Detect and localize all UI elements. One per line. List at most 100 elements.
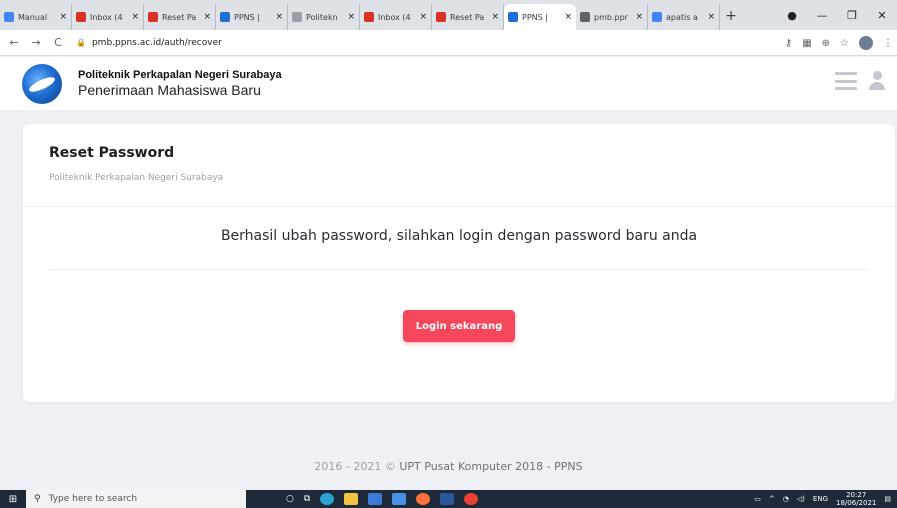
card-title: Reset Password xyxy=(49,145,175,161)
task-view-icon[interactable]: ⧉ xyxy=(304,494,310,504)
lock-icon: 🔒 xyxy=(76,38,86,47)
close-window-icon[interactable]: ✕ xyxy=(867,9,897,22)
browser-tab[interactable]: Inbox (4 × xyxy=(360,4,432,30)
tab-favicon-icon xyxy=(292,12,302,22)
volume-icon[interactable]: ◁) xyxy=(797,495,805,503)
tray-chevron-icon[interactable]: ^ xyxy=(769,495,775,503)
firefox-icon[interactable] xyxy=(416,493,431,505)
reset-password-card: Reset Password Politeknik Perkapalan Neg… xyxy=(23,124,895,402)
tab-close-icon[interactable]: × xyxy=(491,12,499,22)
browser-tab[interactable]: PPNS | × xyxy=(216,4,288,30)
tab-favicon-icon xyxy=(508,12,518,22)
browser-tab[interactable]: apatis a × xyxy=(648,4,720,30)
tab-label: PPNS | xyxy=(234,12,260,22)
tab-close-icon[interactable]: × xyxy=(203,12,211,22)
new-tab-button[interactable]: + xyxy=(720,4,742,30)
site-subtitle: Penerimaan Mahasiswa Baru xyxy=(78,82,261,98)
tab-favicon-icon xyxy=(580,12,590,22)
network-icon[interactable]: ◔ xyxy=(783,495,789,503)
tab-label: Politekn xyxy=(306,12,338,22)
tab-favicon-icon xyxy=(436,12,446,22)
footer: 2016 - 2021 © UPT Pusat Komputer 2018 - … xyxy=(0,460,897,473)
browser-tab[interactable]: Manual × xyxy=(0,4,72,30)
tab-favicon-icon xyxy=(76,12,86,22)
tab-close-icon[interactable]: × xyxy=(275,12,283,22)
user-icon[interactable] xyxy=(869,71,885,91)
forward-arrow-icon[interactable]: → xyxy=(28,36,44,49)
clock[interactable]: 20:27 18/06/2021 xyxy=(836,491,876,507)
ppns-logo[interactable] xyxy=(22,63,62,104)
search-icon: ⚲ xyxy=(34,494,41,504)
tab-favicon-icon xyxy=(652,12,662,22)
translate-icon[interactable]: ▦ xyxy=(802,38,811,49)
edge-icon[interactable] xyxy=(320,493,335,505)
tab-label: PPNS | xyxy=(522,12,548,22)
browser-tab[interactable]: Reset Pa × xyxy=(432,4,504,30)
browser-tab[interactable]: pmb.ppr × xyxy=(576,4,648,30)
browser-tab-strip: Manual × Inbox (4 × Reset Pa × PPNS | × Politekn… xyxy=(0,0,897,30)
hamburger-menu-icon[interactable] xyxy=(835,72,857,90)
browser-tab[interactable]: Reset Pa × xyxy=(144,4,216,30)
tab-favicon-icon xyxy=(364,12,374,22)
reload-icon[interactable]: C xyxy=(50,36,66,49)
tab-close-icon[interactable]: × xyxy=(59,12,67,22)
browser-menu-icon[interactable]: ⋮ xyxy=(883,38,893,49)
success-message: Berhasil ubah password, silahkan login d… xyxy=(220,228,698,244)
tab-close-icon[interactable]: × xyxy=(635,12,643,22)
address-bar: ← → C 🔒 pmb.ppns.ac.id/auth/recover ⚷ ▦ … xyxy=(0,30,897,56)
tab-label: Manual xyxy=(18,12,48,22)
chrome-icon[interactable] xyxy=(464,493,479,505)
tab-favicon-icon xyxy=(4,12,14,22)
tab-close-icon[interactable]: × xyxy=(564,12,572,22)
key-icon[interactable]: ⚷ xyxy=(785,38,792,49)
institution-name: Politeknik Perkapalan Negeri Surabaya xyxy=(78,69,282,81)
url-field[interactable]: 🔒 pmb.ppns.ac.id/auth/recover xyxy=(76,38,222,48)
tab-label: apatis a xyxy=(666,12,698,22)
search-placeholder: Type here to search xyxy=(48,494,138,504)
login-now-button[interactable]: Login sekarang xyxy=(403,310,515,342)
tab-label: pmb.ppr xyxy=(594,12,628,22)
tab-close-icon[interactable]: × xyxy=(419,12,427,22)
tab-close-icon[interactable]: × xyxy=(347,12,355,22)
zoom-icon[interactable]: ⊕ xyxy=(822,38,830,49)
footer-years: 2016 - 2021 © xyxy=(314,460,396,473)
tab-label: Reset Pa xyxy=(450,12,485,22)
url-text: pmb.ppns.ac.id/auth/recover xyxy=(91,37,222,48)
tab-label: Inbox (4 xyxy=(378,12,411,22)
site-header: Politeknik Perkapalan Negeri Surabaya Pe… xyxy=(0,57,897,110)
language-indicator[interactable]: ENG xyxy=(813,495,828,503)
notification-icon[interactable]: ▤ xyxy=(884,495,891,503)
browser-tab[interactable]: PPNS | × xyxy=(504,4,576,30)
brand: Politeknik Perkapalan Negeri Surabaya Pe… xyxy=(78,69,282,98)
browser-tab[interactable]: Inbox (4 × xyxy=(72,4,144,30)
file-explorer-icon[interactable] xyxy=(344,493,359,505)
system-tray: ▭ ^ ◔ ◁) ENG 20:27 18/06/2021 ▤ xyxy=(754,490,897,508)
keyboard-icon[interactable]: ▭ xyxy=(754,495,761,503)
tab-close-icon[interactable]: × xyxy=(707,12,715,22)
store-icon[interactable] xyxy=(368,493,383,505)
tab-label: Reset Pa xyxy=(162,12,197,22)
clock-time: 20:27 xyxy=(846,491,867,499)
tab-favicon-icon xyxy=(148,12,158,22)
mail-icon[interactable] xyxy=(392,493,407,505)
profile-avatar[interactable] xyxy=(859,36,873,50)
profile-indicator-icon[interactable]: ● xyxy=(777,9,807,22)
word-icon[interactable] xyxy=(440,493,455,505)
tab-label: Inbox (4 xyxy=(90,12,123,22)
back-arrow-icon[interactable]: ← xyxy=(6,36,22,49)
tab-favicon-icon xyxy=(220,12,230,22)
tab-close-icon[interactable]: × xyxy=(131,12,139,22)
cortana-icon[interactable]: ○ xyxy=(286,494,294,504)
browser-tab[interactable]: Politekn × xyxy=(288,4,360,30)
maximize-icon[interactable]: ❐ xyxy=(837,9,867,22)
minimize-icon[interactable]: — xyxy=(807,9,837,22)
taskbar-search-input[interactable]: ⚲ Type here to search xyxy=(26,490,246,508)
footer-text: UPT Pusat Komputer 2018 - PPNS xyxy=(399,460,583,473)
windows-taskbar: ⊞ ⚲ Type here to search ○ ⧉ ▭ ^ ◔ ◁) ENG… xyxy=(0,490,897,508)
divider xyxy=(49,269,869,270)
window-controls: ● — ❐ ✕ xyxy=(777,0,897,30)
card-subtitle: Politeknik Perkapalan Negeri Surabaya xyxy=(49,173,224,183)
windows-start-icon[interactable]: ⊞ xyxy=(0,490,26,508)
clock-date: 18/06/2021 xyxy=(836,499,877,507)
bookmark-star-icon[interactable]: ☆ xyxy=(840,38,849,49)
